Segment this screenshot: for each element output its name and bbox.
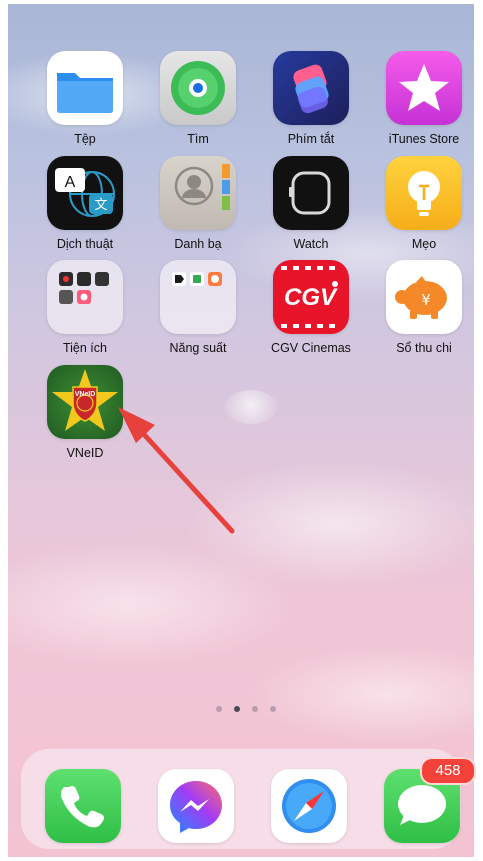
app-label: iTunes Store bbox=[388, 132, 460, 146]
app-watch[interactable]: Watch bbox=[266, 156, 356, 251]
cgv-logo-icon: CGV bbox=[273, 260, 349, 334]
app-dich-thuat[interactable]: A 文 Dịch thuật bbox=[40, 156, 130, 251]
translate-icon: A 文 bbox=[47, 156, 123, 230]
app-label: Mẹo bbox=[411, 237, 437, 251]
messenger-icon[interactable] bbox=[158, 769, 234, 843]
wallpaper-moon bbox=[225, 390, 277, 424]
home-screen: Tệp Tìm Phím tắt iTunes Store A 文 Dịch t… bbox=[8, 4, 474, 857]
app-label: VNeID bbox=[66, 446, 104, 460]
app-label: Danh bạ bbox=[174, 237, 222, 251]
app-phim-tat[interactable]: Phím tắt bbox=[266, 51, 356, 146]
star-icon bbox=[386, 51, 462, 125]
app-itunes-store[interactable]: iTunes Store bbox=[379, 51, 469, 146]
lightbulb-icon bbox=[386, 156, 462, 230]
folder-tien-ich[interactable]: Tiện ích bbox=[40, 260, 130, 355]
app-label: Tiện ích bbox=[62, 341, 107, 355]
app-vneid[interactable]: VNeID VNeID bbox=[40, 365, 130, 460]
app-label: Năng suất bbox=[169, 341, 227, 355]
app-label: Sổ thu chi bbox=[396, 341, 452, 355]
page-dot-current bbox=[234, 706, 240, 712]
app-label: Watch bbox=[293, 237, 329, 251]
page-dot bbox=[270, 706, 276, 712]
app-so-thu-chi[interactable]: ¥ Sổ thu chi bbox=[379, 260, 469, 355]
app-tim[interactable]: Tìm bbox=[153, 51, 243, 146]
vneid-emblem-icon: VNeID bbox=[47, 365, 123, 439]
find-my-icon bbox=[160, 51, 236, 125]
utilities-folder-icon bbox=[47, 260, 123, 334]
productivity-folder-icon bbox=[160, 260, 236, 334]
page-indicator[interactable] bbox=[216, 706, 276, 712]
app-label: Tìm bbox=[187, 132, 209, 146]
yen-glyph: ¥ bbox=[421, 291, 431, 309]
piggy-bank-icon: ¥ bbox=[386, 260, 462, 334]
page-dot bbox=[252, 706, 258, 712]
app-label: Tệp bbox=[74, 132, 96, 146]
app-danh-ba[interactable]: Danh bạ bbox=[153, 156, 243, 251]
dock bbox=[21, 749, 461, 849]
app-meo[interactable]: Mẹo bbox=[379, 156, 469, 251]
translate-a-glyph: A bbox=[65, 174, 76, 191]
phone-icon[interactable] bbox=[45, 769, 121, 843]
vneid-logo-text: VNeID bbox=[75, 391, 96, 398]
cgv-wordmark: CGV bbox=[284, 284, 338, 311]
translate-cjk-glyph: 文 bbox=[94, 198, 107, 213]
compass-icon[interactable] bbox=[271, 769, 347, 843]
app-label: Dịch thuật bbox=[56, 237, 114, 251]
messages-badge: 458 bbox=[420, 757, 476, 785]
folder-nang-suat[interactable]: Năng suất bbox=[153, 260, 243, 355]
app-cgv-cinemas[interactable]: CGV CGV Cinemas bbox=[266, 260, 356, 355]
app-tep[interactable]: Tệp bbox=[40, 51, 130, 146]
app-label: Phím tắt bbox=[287, 132, 335, 146]
page-dot bbox=[216, 706, 222, 712]
app-label: CGV Cinemas bbox=[271, 341, 351, 355]
folder-icon bbox=[47, 51, 123, 125]
contacts-icon bbox=[160, 156, 236, 230]
shortcuts-icon bbox=[273, 51, 349, 125]
watch-icon bbox=[273, 156, 349, 230]
